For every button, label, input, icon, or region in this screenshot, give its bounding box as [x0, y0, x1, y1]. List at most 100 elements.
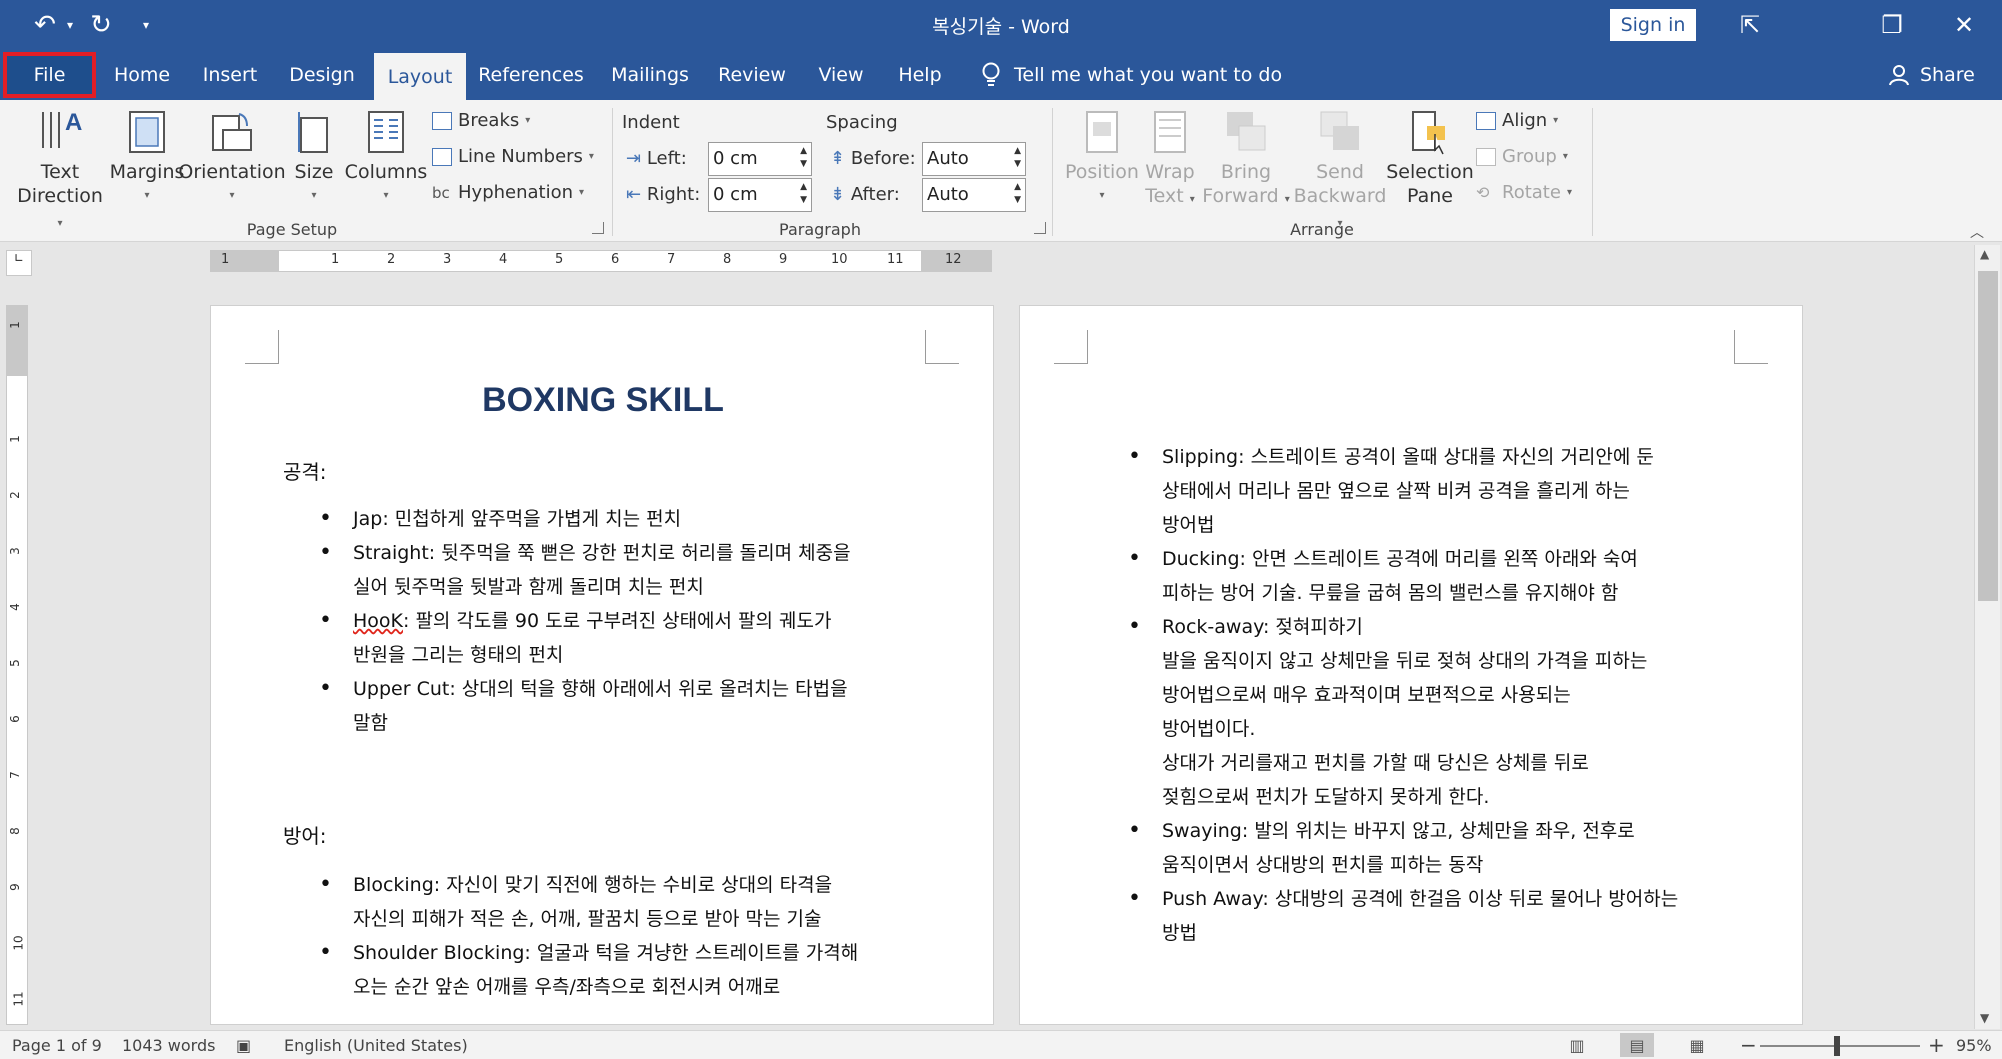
orientation-button[interactable]: Orientation ▾: [178, 108, 286, 208]
page-count[interactable]: Page 1 of 9: [12, 1036, 102, 1055]
list-item[interactable]: Ducking: 안면 스트레이트 공격에 머리를 왼쪽 아래와 숙여피하는 방…: [1128, 542, 1782, 610]
tab-review[interactable]: Review: [712, 50, 792, 100]
align-icon: [1476, 111, 1496, 130]
list-item-text: : 자신이 맞기 직전에 행하는 수비로 상대의 타격을: [433, 874, 833, 896]
proofing-icon[interactable]: ▣: [236, 1036, 251, 1055]
language[interactable]: English (United States): [284, 1036, 468, 1055]
list-item[interactable]: Slipping: 스트레이트 공격이 올때 상대를 자신의 거리안에 둔상태에…: [1128, 440, 1782, 542]
document-page-2[interactable]: Slipping: 스트레이트 공격이 올때 상대를 자신의 거리안에 둔상태에…: [1019, 305, 1803, 1025]
list-item[interactable]: Upper Cut: 상대의 턱을 향해 아래에서 위로 올려치는 타법을말함: [319, 672, 973, 740]
vertical-ruler[interactable]: 1 1 2 3 4 5 6 7 8 9 10 11: [6, 305, 28, 1025]
rotate-button[interactable]: ⟲ Rotate ▾: [1476, 182, 1572, 203]
ruler-number: 4: [7, 603, 22, 611]
tab-references[interactable]: References: [476, 50, 586, 100]
breaks-button[interactable]: Breaks ▾: [432, 110, 530, 131]
zoom-in-button[interactable]: +: [1928, 1033, 1945, 1057]
horizontal-ruler[interactable]: 1 1 2 3 4 5 6 7 8 9 10 11 12: [210, 250, 992, 272]
person-icon: [1889, 65, 1909, 86]
spinner-arrows-icon[interactable]: ▲ ▼: [800, 181, 807, 207]
indent-right-input[interactable]: 0 cm ▲ ▼: [708, 178, 812, 212]
vertical-scrollbar[interactable]: ▲ ▼: [1974, 245, 2000, 1029]
line-numbers-button[interactable]: Line Numbers ▾: [432, 146, 594, 167]
indent-right-text: Right:: [646, 184, 701, 205]
zoom-level[interactable]: 95%: [1956, 1036, 1992, 1055]
hyphenation-button[interactable]: bc Hyphenation ▾: [432, 182, 584, 203]
tab-mailings[interactable]: Mailings: [604, 50, 696, 100]
close-window-icon[interactable]: ✕: [1934, 5, 1994, 45]
list-item[interactable]: Push Away: 상대방의 공격에 한걸음 이상 뒤로 물어나 방어하는방법: [1128, 882, 1782, 950]
list-item[interactable]: Blocking: 자신이 맞기 직전에 행하는 수비로 상대의 타격을자신의 …: [319, 868, 973, 936]
tab-view[interactable]: View: [812, 50, 870, 100]
spinner-arrows-icon[interactable]: ▲ ▼: [1014, 145, 1021, 171]
ruler-number: 7: [667, 252, 676, 267]
list-item-continuation: 피하는 방어 기술. 무릎을 굽혀 몸의 밸런스를 유지해야 함: [1162, 582, 1619, 604]
defense-label[interactable]: 방어:: [283, 820, 327, 849]
spacing-after-input[interactable]: Auto ▲ ▼: [922, 178, 1026, 212]
print-layout-icon[interactable]: ▤: [1620, 1033, 1654, 1057]
group-divider: [1592, 108, 1593, 236]
ribbon-display-options-icon[interactable]: ⇱: [1720, 5, 1780, 45]
collapse-ribbon-icon[interactable]: ︿: [1970, 222, 1984, 242]
list-item[interactable]: Jap: 민첩하게 앞주먹을 가볍게 치는 펀치: [319, 502, 973, 536]
list-item[interactable]: Swaying: 발의 위치는 바꾸지 않고, 상체만을 좌우, 전후로움직이면…: [1128, 814, 1782, 882]
tab-file[interactable]: File: [3, 52, 96, 98]
spinner-arrows-icon[interactable]: ▲ ▼: [1014, 181, 1021, 207]
paragraph-launcher-icon[interactable]: [1034, 222, 1046, 234]
scrollbar-thumb[interactable]: [1978, 271, 1998, 601]
zoom-slider[interactable]: [1760, 1045, 1920, 1047]
group-icon: [1476, 147, 1496, 166]
word-count[interactable]: 1043 words: [122, 1036, 215, 1055]
tell-me-search[interactable]: Tell me what you want to do: [980, 50, 1282, 100]
ruler-number: 10: [11, 935, 26, 951]
document-heading[interactable]: BOXING SKILL: [211, 381, 993, 420]
tab-home[interactable]: Home: [104, 50, 180, 100]
tab-layout[interactable]: Layout: [374, 53, 466, 100]
read-mode-icon[interactable]: ▥: [1560, 1033, 1594, 1057]
spacing-before-input[interactable]: Auto ▲ ▼: [922, 142, 1026, 176]
bring-forward-button[interactable]: Bring Forward ▾: [1200, 108, 1292, 212]
tab-design[interactable]: Design: [280, 50, 364, 100]
page-setup-launcher-icon[interactable]: [592, 222, 604, 234]
defense-list: Blocking: 자신이 맞기 직전에 행하는 수비로 상대의 타격을자신의 …: [319, 868, 973, 1004]
share-button[interactable]: Share: [1888, 50, 1975, 100]
list-item[interactable]: Rock-away: 젖혀피하기발을 움직이지 않고 상체만을 뒤로 젖혀 상대…: [1128, 610, 1782, 814]
rotate-label: Rotate: [1502, 182, 1561, 203]
margins-button[interactable]: Margins ▾: [110, 108, 184, 208]
tab-help[interactable]: Help: [890, 50, 950, 100]
list-item-text: : 스트레이트 공격이 올때 상대를 자신의 거리안에 둔: [1238, 446, 1654, 468]
sign-in-button[interactable]: Sign in: [1610, 9, 1696, 41]
tab-selector[interactable]: ∟: [6, 250, 32, 276]
web-layout-icon[interactable]: ▦: [1680, 1033, 1714, 1057]
group-button[interactable]: Group ▾: [1476, 146, 1568, 167]
scroll-down-icon[interactable]: ▼: [1980, 1011, 1989, 1025]
position-button[interactable]: Position ▾: [1064, 108, 1140, 208]
columns-button[interactable]: Columns ▾: [345, 108, 427, 208]
list-item[interactable]: HooK: 팔의 각도를 90 도로 구부려진 상태에서 팔의 궤도가반원을 그…: [319, 604, 973, 672]
document-page-1[interactable]: BOXING SKILL 공격: Jap: 민첩하게 앞주먹을 가볍게 치는 펀…: [210, 305, 994, 1025]
page-setup-group-label: Page Setup: [246, 220, 338, 239]
send-backward-button[interactable]: Send Backward ▾: [1292, 108, 1388, 236]
spinner-arrows-icon[interactable]: ▲ ▼: [800, 145, 807, 171]
indent-left-input[interactable]: 0 cm ▲ ▼: [708, 142, 812, 176]
ruler-number: 10: [831, 252, 848, 267]
text-direction-button[interactable]: A Text Direction ▾: [12, 108, 108, 236]
list-item[interactable]: Straight: 뒷주먹을 쭉 뻗은 강한 펀치로 허리를 돌리며 체중을실어…: [319, 536, 973, 604]
group-label: Group: [1502, 146, 1557, 167]
ruler-number: 5: [7, 659, 22, 667]
scroll-up-icon[interactable]: ▲: [1980, 247, 1989, 261]
align-button[interactable]: Align ▾: [1476, 110, 1558, 131]
size-button[interactable]: Size ▾: [286, 108, 342, 208]
zoom-out-button[interactable]: −: [1740, 1033, 1757, 1057]
wrap-text-button[interactable]: Wrap Text ▾: [1140, 108, 1200, 212]
list-item-term: Push Away: [1162, 888, 1263, 910]
list-item[interactable]: Shoulder Blocking: 얼굴과 턱을 겨냥한 스트레이트를 가격해…: [319, 936, 973, 1004]
zoom-slider-thumb[interactable]: [1834, 1036, 1840, 1056]
selection-pane-button[interactable]: Selection Pane: [1386, 108, 1474, 208]
tab-insert[interactable]: Insert: [192, 50, 268, 100]
spacing-after-text: After:: [850, 184, 900, 205]
rotate-icon: ⟲: [1476, 183, 1490, 202]
attack-label[interactable]: 공격:: [283, 456, 327, 485]
ribbon-tab-bar: File Home Insert Design Layout Reference…: [0, 50, 2002, 100]
restore-window-icon[interactable]: ❐: [1862, 5, 1922, 45]
spacing-before-text: Before:: [850, 148, 916, 169]
